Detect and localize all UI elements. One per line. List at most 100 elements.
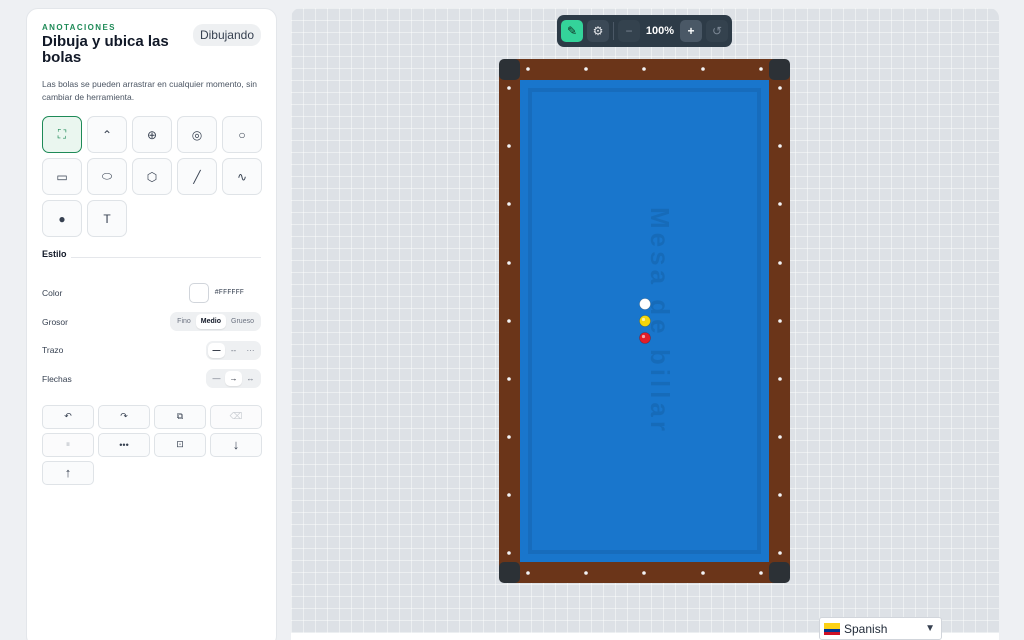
diamond-marker [507,377,511,381]
erase-icon: ⌫ [229,411,243,421]
diamond-marker [526,571,530,575]
thickness-option-fine[interactable]: Fino [172,314,196,329]
diamond-marker [778,202,782,206]
table-svg: Mesa de billar [499,59,790,583]
redo-button[interactable]: ↷ [98,404,150,429]
stroke-option-solid[interactable]: — [208,342,225,358]
ellipse-icon: ⬭ [101,169,113,183]
language-select[interactable]: Spanish ▼ [819,617,942,640]
upload-button[interactable]: ↑ [42,460,94,485]
line-tool[interactable]: ╱ [177,158,217,195]
thickness-label: Grosor [42,316,68,327]
select-icon: ⛶ [57,127,67,141]
reset-zoom-button[interactable]: ↺ [706,20,728,42]
corner-pocket-bl [499,562,520,583]
stroke-option-dashed[interactable]: -- [225,343,242,358]
freehand-tool[interactable]: ∿ [222,158,262,195]
settings-button[interactable]: ⚙ [587,20,609,42]
diamond-marker [778,86,782,90]
more-dots-icon: ••• [119,439,129,450]
diamond-marker [778,319,782,323]
circle-icon: ○ [238,127,246,142]
thickness-option-thick[interactable]: Grueso [226,314,259,329]
diamond-marker [778,144,782,148]
action-grid: ↶ ↷ ⧉ ⌫ ⏸ ••• ⊡ ↓ ↑ [42,404,262,485]
diamond-marker [507,86,511,90]
billiard-table[interactable]: Mesa de billar [499,59,790,583]
select-tool[interactable]: ⛶ [42,116,82,153]
ball-highlight [641,317,646,322]
diamond-marker [701,571,705,575]
arrow-option-both[interactable]: ↔ [242,371,259,386]
pause-button[interactable]: ⏸ [42,432,94,457]
rectangle-icon: ▭ [56,169,68,184]
diamond-marker [507,319,511,323]
path-tool[interactable]: ⌃ [87,116,127,153]
white-ball[interactable] [639,298,651,310]
undo-button[interactable]: ↶ [42,404,94,429]
reset-icon: ↺ [711,24,723,38]
arrows-selector: — → ↔ [206,369,261,388]
duplicate-button[interactable]: ⧉ [154,404,206,429]
panel-title: Dibuja y ubica las bolas [42,33,169,66]
line-icon: ╱ [193,169,201,184]
point-tool[interactable]: ● [42,200,82,237]
diamond-marker [759,67,763,71]
diamond-marker [507,435,511,439]
hexagon-icon: ⬡ [146,169,158,184]
red-ball[interactable] [639,332,651,344]
diamond-marker [507,144,511,148]
dot-icon: ● [58,211,66,226]
thickness-option-medium[interactable]: Medio [195,314,227,329]
zoom-out-button[interactable]: − [618,20,640,42]
polygon-tool[interactable]: ⬡ [132,158,172,195]
arrow-option-none[interactable]: — [208,371,225,386]
corner-pocket-tl [499,59,520,80]
delete-button[interactable]: ⌫ [210,404,262,429]
more-button[interactable]: ••• [98,432,150,457]
diamond-marker [778,551,782,555]
diamond-marker [778,493,782,497]
diamond-marker [507,261,511,265]
corner-pocket-tr [769,59,790,80]
thickness-row: Grosor Fino Medio Grueso [42,312,261,332]
tool-grid: ⛶ ⌃ ⊕ ◎ ○ ▭ ⬭ ⬡ ╱ ∿ ● T [42,116,262,237]
divider [70,256,261,258]
diamond-marker [701,67,705,71]
toolbar-divider [613,22,614,40]
ellipse-tool[interactable]: ⬭ [87,158,127,195]
style-section-header: Estilo [42,249,261,259]
diamond-marker [778,261,782,265]
draw-mode-button[interactable]: ✎ [561,20,583,42]
diamond-marker [778,435,782,439]
arrow-option-end[interactable]: → [225,371,242,386]
kiss-tool[interactable]: ◎ [177,116,217,153]
circle-tool[interactable]: ○ [222,116,262,153]
panel-description: Las bolas se pueden arrastrar en cualqui… [42,79,257,102]
target-tool[interactable]: ⊕ [132,116,172,153]
rectangle-tool[interactable]: ▭ [42,158,82,195]
pause-icon: ⏸ [65,439,71,449]
color-swatch[interactable] [188,283,209,303]
status-badge: Dibujando [192,24,261,46]
diamond-marker [642,571,646,575]
text-tool[interactable]: T [87,200,127,237]
duplicate-icon: ⧉ [176,411,184,421]
color-label: Color [42,288,63,298]
plus-icon: + [687,24,695,38]
language-value: Spanish [844,621,888,636]
screenshot-button[interactable]: ⊡ [154,432,206,457]
zoom-level: 100% [645,25,675,37]
stroke-option-dotted[interactable]: ··· [242,343,259,358]
zoom-in-button[interactable]: + [680,20,702,42]
download-button[interactable]: ↓ [210,432,262,457]
yellow-ball[interactable] [639,315,651,327]
ball-highlight [641,300,646,305]
chevron-down-icon: ▼ [925,623,935,634]
annotation-panel: ANOTACIONES Dibuja y ubica las bolas Dib… [26,8,277,640]
diamond-marker [759,571,763,575]
camera-icon: ⊡ [176,439,184,449]
minus-icon: − [625,24,633,38]
thickness-selector: Fino Medio Grueso [170,312,261,331]
stroke-label: Trazo [42,345,64,355]
